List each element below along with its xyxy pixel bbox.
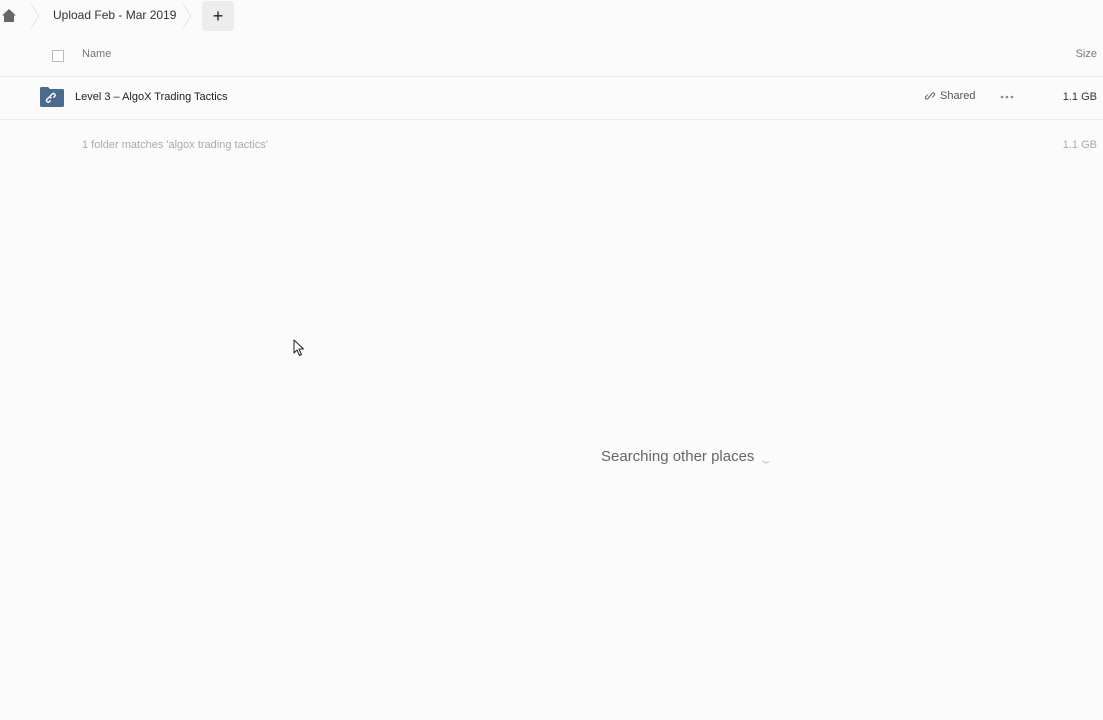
- mouse-cursor-icon: [293, 339, 304, 356]
- breadcrumb-current-folder[interactable]: Upload Feb - Mar 2019: [53, 8, 176, 22]
- link-icon: [924, 92, 936, 100]
- select-all-checkbox[interactable]: [52, 50, 64, 62]
- breadcrumb: Upload Feb - Mar 2019 +: [0, 0, 400, 32]
- column-header-name[interactable]: Name: [82, 48, 111, 60]
- searching-status: Searching other places: [601, 448, 772, 465]
- file-size: 1.1 GB: [1062, 91, 1097, 103]
- column-header-size[interactable]: Size: [1076, 48, 1097, 60]
- table-header: Name Size: [0, 36, 1103, 77]
- more-options-icon[interactable]: [999, 89, 1015, 105]
- home-icon[interactable]: [1, 7, 17, 23]
- search-summary: 1 folder matches 'algox trading tactics': [82, 139, 268, 151]
- shared-button[interactable]: Shared: [924, 90, 975, 102]
- file-name[interactable]: Level 3 – AlgoX Trading Tactics: [75, 91, 228, 103]
- file-browser: Upload Feb - Mar 2019 + Name Size Level …: [0, 0, 1103, 720]
- table-row[interactable]: Level 3 – AlgoX Trading Tactics Shared 1…: [0, 77, 1103, 120]
- breadcrumb-separator-icon: [182, 4, 192, 28]
- summary-size: 1.1 GB: [1062, 139, 1097, 151]
- loading-spinner-icon: [762, 459, 771, 463]
- add-button[interactable]: +: [202, 1, 234, 31]
- searching-text: Searching other places: [601, 448, 755, 465]
- shared-label: Shared: [940, 90, 976, 102]
- breadcrumb-separator-icon: [30, 4, 40, 28]
- shared-folder-link-icon: [40, 87, 64, 107]
